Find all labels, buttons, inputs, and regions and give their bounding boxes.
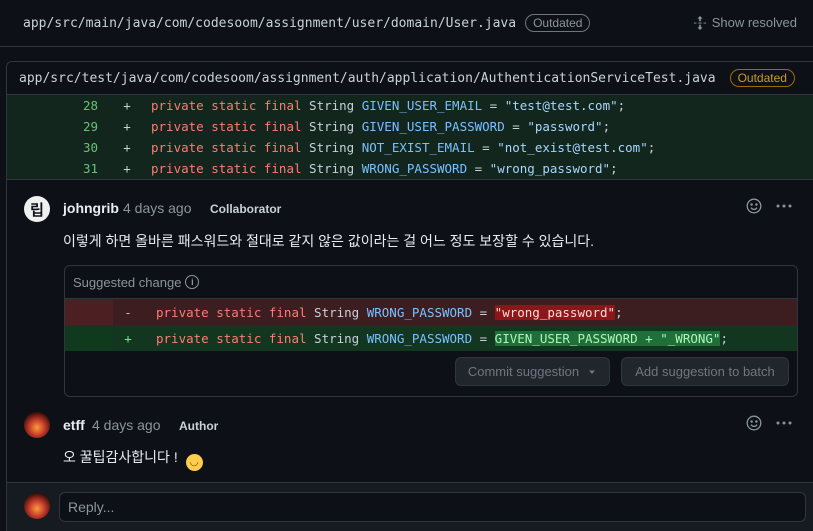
triangle-down-icon	[589, 370, 596, 374]
suggestion-added-line: + private static final String WRONG_PASS…	[65, 325, 797, 351]
suggested-change-title: Suggested change	[73, 274, 182, 290]
grinning-emoji-icon: ◡	[185, 454, 203, 471]
show-resolved-button[interactable]: Show resolved	[693, 15, 797, 30]
kebab-horizontal-icon	[776, 204, 792, 208]
code-text: private static final String GIVEN_USER_P…	[151, 119, 611, 134]
outdated-file-header: app/src/main/java/com/codesoom/assignmen…	[0, 0, 813, 47]
code-text: private static final String WRONG_PASSWO…	[151, 161, 618, 176]
add-reaction-button[interactable]	[746, 198, 762, 214]
avatar[interactable]: 립	[24, 196, 50, 222]
diff-line: 30 + private static final String NOT_EXI…	[7, 137, 813, 158]
comment-time[interactable]: 4 days ago	[123, 200, 192, 216]
suggestion-deleted-line: - private static final String WRONG_PASS…	[65, 299, 797, 325]
outdated-badge: Outdated	[525, 14, 591, 32]
diff-snippet: 28 + private static final String GIVEN_U…	[7, 95, 813, 180]
line-number: 29	[82, 119, 98, 134]
smiley-icon	[746, 198, 762, 214]
code-text: private static final String NOT_EXIST_EM…	[151, 140, 656, 155]
add-to-batch-label: Add suggestion to batch	[635, 364, 775, 379]
role-badge: Author	[179, 419, 219, 433]
suggested-change-header: Suggested change i	[65, 266, 797, 299]
add-reaction-button[interactable]	[746, 415, 762, 431]
comment-body-text: 오 꿀팁감사합니다 !	[63, 449, 178, 465]
comment-body: 오 꿀팁감사합니다 ! ◡	[63, 447, 203, 471]
code-text: private static final String WRONG_PASSWO…	[156, 304, 623, 320]
comment-author[interactable]: etff	[63, 417, 85, 433]
diff-sign: -	[124, 304, 132, 320]
add-to-batch-button[interactable]: Add suggestion to batch	[621, 357, 789, 386]
line-number: 28	[82, 98, 98, 113]
role-badge: Collaborator	[210, 202, 282, 216]
kebab-horizontal-icon	[776, 421, 792, 425]
current-user-avatar	[24, 493, 50, 519]
diff-sign: +	[124, 330, 132, 346]
outdated-badge: Outdated	[729, 69, 795, 87]
comment-body: 이렇게 하면 올바른 패스워드와 절대로 같지 않은 값이라는 걸 어느 정도 …	[63, 233, 595, 249]
commit-suggestion-button[interactable]: Commit suggestion	[455, 357, 610, 386]
reply-bar: Reply...	[7, 482, 813, 531]
diff-line: 31 + private static final String WRONG_P…	[7, 158, 813, 179]
line-gutter	[65, 299, 113, 325]
comment-author[interactable]: johngrib	[63, 200, 119, 216]
info-icon[interactable]: i	[185, 275, 200, 289]
line-number: 30	[82, 140, 98, 155]
suggested-change: Suggested change i - private static fina…	[64, 265, 798, 397]
line-gutter	[65, 325, 113, 351]
thread-file-path[interactable]: app/src/test/java/com/codesoom/assignmen…	[19, 71, 716, 86]
diff-line: 28 + private static final String GIVEN_U…	[7, 95, 813, 116]
diff-sign: +	[123, 98, 131, 113]
file-path[interactable]: app/src/main/java/com/codesoom/assignmen…	[23, 16, 516, 31]
smiley-icon	[746, 415, 762, 431]
line-number: 31	[82, 161, 98, 176]
code-text: private static final String WRONG_PASSWO…	[156, 330, 728, 346]
thread-file-header: app/src/test/java/com/codesoom/assignmen…	[7, 62, 813, 95]
suggestion-actions: Commit suggestion Add suggestion to batc…	[65, 350, 797, 396]
diff-sign: +	[123, 161, 131, 176]
diff-sign: +	[123, 140, 131, 155]
more-options-button[interactable]	[775, 198, 793, 214]
comment-time[interactable]: 4 days ago	[92, 417, 161, 433]
more-options-button[interactable]	[775, 415, 793, 431]
reply-input[interactable]: Reply...	[59, 492, 806, 522]
diff-sign: +	[123, 119, 131, 134]
unfold-icon	[693, 15, 706, 30]
diff-line: 29 + private static final String GIVEN_U…	[7, 116, 813, 137]
code-text: private static final String GIVEN_USER_E…	[151, 98, 626, 113]
review-thread: app/src/test/java/com/codesoom/assignmen…	[6, 61, 813, 531]
show-resolved-label: Show resolved	[711, 15, 797, 30]
commit-suggestion-label: Commit suggestion	[467, 364, 580, 379]
avatar[interactable]	[24, 412, 50, 438]
